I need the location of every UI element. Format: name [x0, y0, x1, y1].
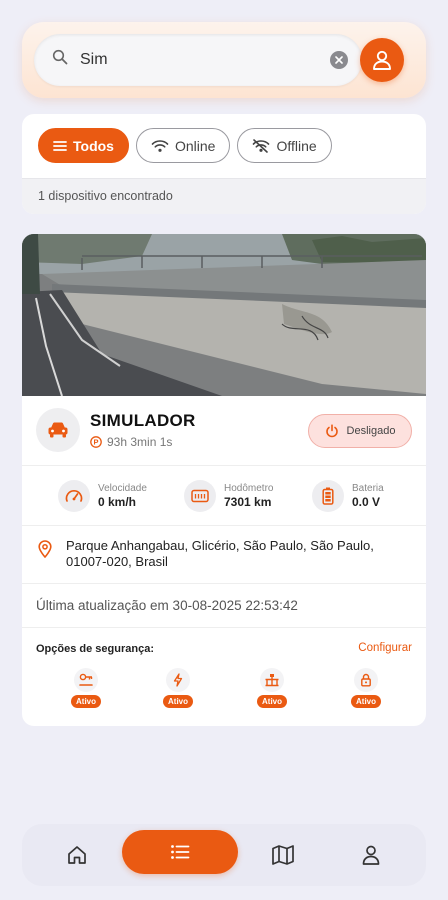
security-options: Opções de segurança: Configurar Ativo At…	[22, 628, 426, 726]
map-icon	[272, 845, 294, 865]
wifi-icon	[151, 139, 169, 152]
nav-list[interactable]	[122, 830, 238, 874]
search-icon	[52, 49, 68, 65]
security-item-lock[interactable]: Ativo	[346, 668, 386, 708]
bottom-navigation	[22, 824, 426, 886]
security-item-ignition[interactable]: Ativo	[66, 668, 106, 708]
car-avatar	[36, 408, 80, 452]
security-item-anchor[interactable]: Ativo	[252, 668, 292, 708]
address-text: Parque Anhangabau, Glicério, São Paulo, …	[66, 538, 374, 569]
lock-icon	[361, 673, 371, 687]
clear-search-icon[interactable]	[330, 51, 348, 69]
result-count: 1 dispositivo encontrado	[22, 178, 426, 214]
filter-card: Todos Online Offline 1 dispositivo encon…	[22, 114, 426, 214]
search-bar-container	[22, 22, 426, 98]
svg-text:P: P	[93, 438, 98, 447]
speedometer-icon	[65, 490, 83, 502]
filter-offline-chip[interactable]: Offline	[237, 128, 332, 163]
ignition-key-icon	[79, 673, 93, 686]
nav-map[interactable]	[270, 842, 296, 868]
stat-battery: Bateria 0.0 V	[312, 480, 384, 512]
device-card[interactable]: SIMULADOR P 93h 3min 1s Desligado Veloci…	[22, 234, 426, 726]
home-icon	[68, 846, 86, 864]
filter-label: Offline	[276, 137, 317, 154]
security-title: Opções de segurança:	[36, 643, 154, 655]
active-badge: Ativo	[163, 695, 193, 708]
filter-label: Online	[174, 137, 216, 154]
device-header: SIMULADOR P 93h 3min 1s Desligado	[22, 396, 426, 466]
profile-button[interactable]	[360, 38, 404, 82]
filter-todos-chip[interactable]: Todos	[38, 128, 129, 163]
device-name: SIMULADOR	[90, 411, 196, 430]
nav-home[interactable]	[64, 842, 90, 868]
device-address[interactable]: Parque Anhangabau, Glicério, São Paulo, …	[22, 526, 426, 584]
odometer-icon	[191, 489, 209, 503]
device-stats: Velocidade 0 km/h Hodômetro 7301 km Bateri…	[22, 466, 426, 526]
configure-link[interactable]: Configurar	[358, 642, 412, 654]
parking-icon: P	[90, 436, 102, 448]
street-view-photo	[22, 234, 426, 396]
search-input[interactable]	[80, 47, 310, 73]
power-icon	[325, 424, 338, 438]
nav-profile[interactable]	[358, 842, 384, 868]
power-cut-icon	[173, 673, 183, 687]
stat-speed: Velocidade 0 km/h	[58, 480, 147, 512]
search-box[interactable]	[34, 34, 362, 86]
anchor-icon	[265, 674, 279, 687]
location-pin-icon	[38, 540, 52, 558]
duration-text: 93h 3min 1s	[107, 435, 173, 449]
status-label: Desligado	[346, 425, 396, 437]
list-icon	[171, 845, 190, 859]
car-icon	[48, 422, 68, 438]
device-duration: P 93h 3min 1s	[90, 435, 172, 449]
active-badge: Ativo	[71, 695, 101, 708]
wifi-off-icon	[253, 138, 270, 153]
security-item-power[interactable]: Ativo	[158, 668, 198, 708]
battery-icon	[322, 487, 334, 505]
filter-label: Todos	[73, 137, 114, 154]
user-icon	[373, 50, 391, 70]
engine-status-button[interactable]: Desligado	[308, 414, 412, 448]
last-update: Última atualização em 30-08-2025 22:53:4…	[22, 584, 426, 628]
active-badge: Ativo	[257, 695, 287, 708]
stat-odometer: Hodômetro 7301 km	[184, 480, 273, 512]
filter-online-chip[interactable]: Online	[135, 128, 231, 163]
active-badge: Ativo	[351, 695, 381, 708]
menu-icon	[53, 140, 67, 151]
profile-icon	[362, 845, 380, 865]
